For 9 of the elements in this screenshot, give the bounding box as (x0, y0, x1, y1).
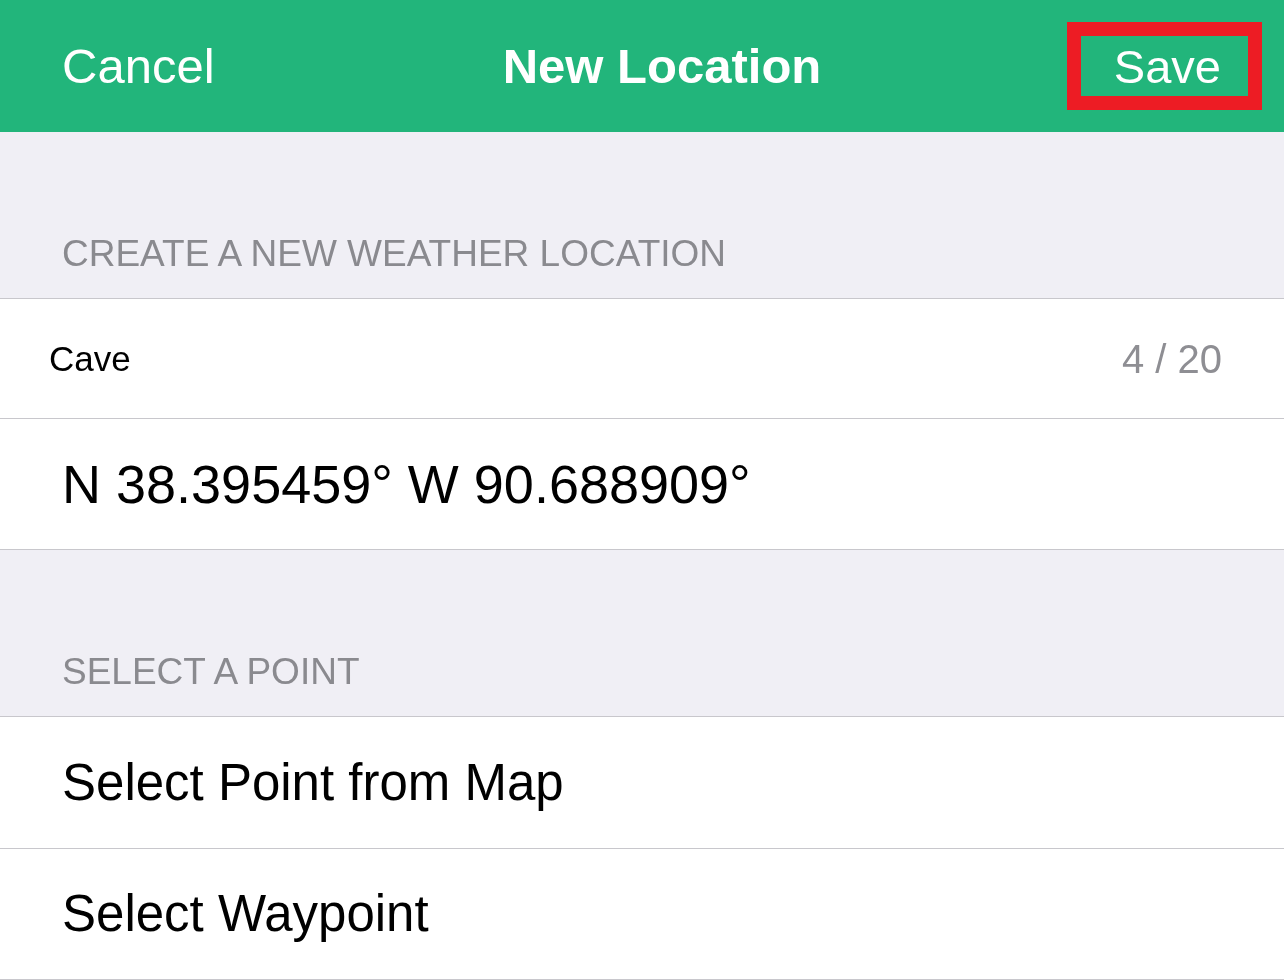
section-header: CREATE A NEW WEATHER LOCATION (62, 233, 726, 276)
section-header: SELECT A POINT (62, 651, 360, 694)
list-item[interactable]: Select Point from Map (0, 717, 1284, 848)
text-field[interactable]: Cave 4 / 20 (0, 299, 1284, 418)
list-item[interactable]: Select Waypoint (0, 848, 1284, 979)
character-counter: 4 / 20 (1121, 335, 1222, 383)
screen-title: New Location (502, 37, 822, 95)
text-input[interactable]: Cave (49, 337, 1122, 380)
coordinates-text: N 38.395459° W 90.688909° (62, 452, 751, 516)
